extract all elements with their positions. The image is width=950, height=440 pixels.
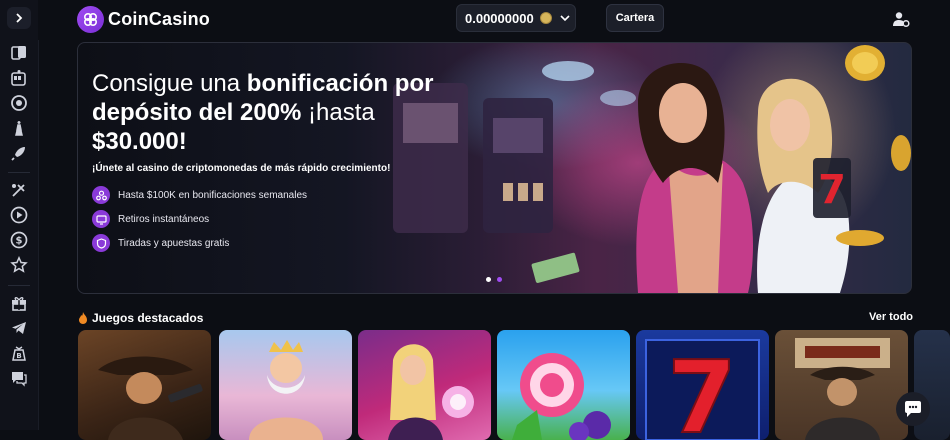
sidebar-item-support[interactable] [9,368,29,388]
chevron-right-icon [16,13,23,23]
cowboy-gunslinger-thumbnail [98,356,203,440]
fire-icon [79,312,87,324]
banner-headline: Consigue una bonificación por depósito d… [92,70,434,155]
game-card-lucky-seven[interactable]: 7 [636,330,769,440]
svg-text:$: $ [16,236,23,247]
sidebar-item-roulette[interactable] [9,93,29,113]
sidebar-item-cards[interactable] [9,43,29,63]
perk-instant-withdrawals: Retiros instantáneos [92,210,209,228]
carousel-dot[interactable] [486,277,491,282]
balance-value: 0.00000000 [465,10,534,26]
cards-icon [11,46,26,60]
sidebar-item-live[interactable] [9,205,29,225]
see-all-link[interactable]: Ver todo [869,311,913,323]
balance-selector[interactable]: 0.00000000 [456,4,576,32]
user-account-button[interactable] [890,8,912,30]
brand-logo[interactable]: CoinCasino [77,6,210,33]
dollar-icon: $ [10,231,28,249]
user-settings-icon [893,12,910,28]
sorceress-thumbnail [388,344,474,440]
sidebar-item-sports[interactable] [9,180,29,200]
gift-icon [12,297,26,311]
roulette-icon [11,95,27,111]
sidebar-item-slots[interactable] [9,68,29,88]
perk-text: Retiros instantáneos [118,213,210,225]
featured-games-heading: Juegos destacados [78,311,203,325]
rocket-icon [11,147,25,161]
slot-machine-icon [11,70,26,86]
sidebar-item-telegram[interactable] [9,318,29,338]
zeus-thumbnail [249,340,323,440]
sidebar-item-crash[interactable] [9,143,29,163]
game-card-candy[interactable] [497,330,630,440]
game-card-wanted[interactable] [775,330,908,440]
promo-banner[interactable]: 7 Consigue una bonificación por depósito… [77,42,912,294]
banner-subline: ¡Únete al casino de criptomonedas de más… [92,163,391,174]
chevron-down-icon [560,15,570,22]
lucky-seven-thumbnail: 7 [645,338,760,440]
carousel-pagination [486,277,502,282]
wanted-bandit-thumbnail [795,338,890,440]
chess-icon [15,121,23,136]
sports-icon [12,184,25,197]
sidebar-item-favorites[interactable] [9,255,29,275]
sidebar: $ B [0,0,39,430]
coincasino-logo-icon [77,6,104,33]
perk-free-spins: Tiradas y apuestas gratis [92,234,229,252]
screen-icon [92,210,110,228]
brand-name: CoinCasino [108,9,211,29]
play-icon [10,206,28,224]
perk-text: Tiradas y apuestas gratis [118,237,230,249]
sidebar-toggle-button[interactable] [7,7,31,29]
game-card-sorceress[interactable] [358,330,491,440]
perk-weekly-bonus: Hasta $100K en bonificaciones semanales [92,186,307,204]
sidebar-item-gifts[interactable] [9,293,29,313]
top-header: CoinCasino 0.00000000 Cartera [38,0,950,40]
sidebar-item-promotions[interactable]: $ [9,230,29,250]
bitcoin-bag-icon: B [12,346,26,361]
svg-text:B: B [16,352,21,360]
svg-text:7: 7 [667,339,737,440]
svg-text:7: 7 [818,167,846,213]
shield-icon [92,234,110,252]
game-card-cowboy[interactable] [78,330,211,440]
carousel-dot-active[interactable] [497,277,502,282]
live-chat-button[interactable] [896,392,930,426]
users-icon [92,186,110,204]
candy-lollipop-thumbnail [512,353,611,440]
support-icon [12,372,27,387]
sidebar-item-crypto[interactable]: B [9,343,29,363]
wallet-button[interactable]: Cartera [606,4,664,32]
game-card-zeus[interactable] [219,330,352,440]
coin-icon [539,12,552,24]
telegram-icon [12,322,26,334]
chat-bubble-icon [905,401,921,417]
star-icon [10,256,28,273]
perk-text: Hasta $100K en bonificaciones semanales [118,189,308,201]
sidebar-item-table-games[interactable] [9,118,29,138]
